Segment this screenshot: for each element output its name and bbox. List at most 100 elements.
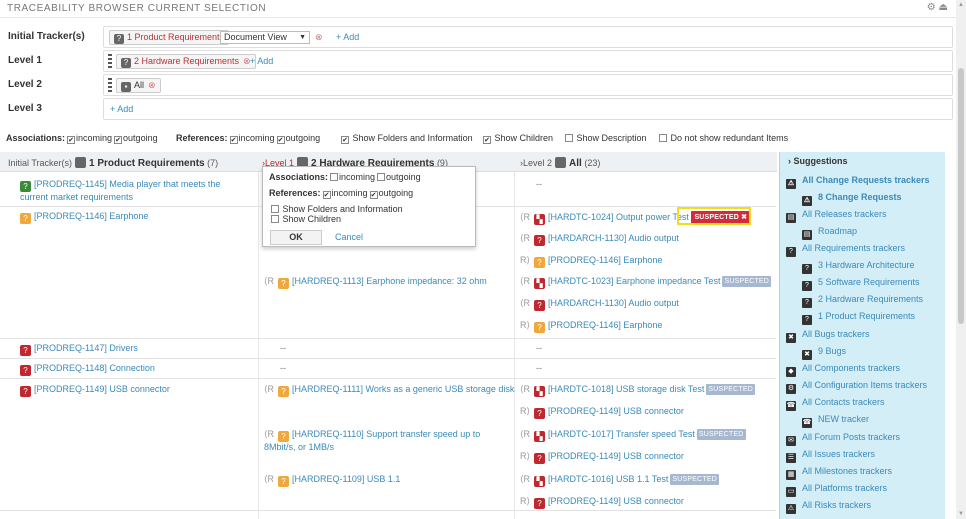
table-row[interactable]: ⟨R ▚ [HARDTC-1017] Transfer speed Test SUSP… (520, 429, 746, 442)
header-initial: Initial Tracker(s) 1 Product Requirements… (0, 152, 258, 172)
level1-box: ? 2 Hardware Requirements ⊗ + Add (103, 50, 953, 72)
table-row[interactable]: ⟨R ▚ [HARDTC-1016] USB 1.1 Test SUSPECTED (520, 474, 719, 487)
sidebar-item[interactable]: ⚠ All Change Requests trackers (786, 175, 930, 189)
add-initial-link[interactable]: + Add (336, 32, 359, 42)
tracker-icon: ? (121, 58, 131, 68)
popup-show-children: Show Children (269, 214, 341, 224)
sidebar-item[interactable]: ☎ All Contacts trackers (786, 397, 885, 411)
table-row[interactable]: ? [PRODREQ-1145] Media player that meets … (20, 179, 250, 203)
popup-show-folders-checkbox[interactable] (271, 205, 279, 213)
popup-show-children-checkbox[interactable] (271, 215, 279, 223)
empty-cell: -- (536, 343, 542, 353)
popup-refs-outgoing-checkbox[interactable]: ✔ (369, 191, 378, 199)
assoc-incoming-checkbox[interactable]: ✔ (67, 136, 76, 144)
cancel-link[interactable]: Cancel (335, 232, 363, 242)
sidebar-item[interactable]: ☰ All Issues trackers (786, 449, 875, 463)
page-scrollbar[interactable]: ▲ ▼ (956, 0, 966, 519)
suspected-badge[interactable]: SUSPECTED (722, 276, 772, 287)
change-request-icon: ⚠ (802, 196, 812, 206)
table-row[interactable]: ? [PRODREQ-1147] Drivers (20, 343, 138, 356)
table-row[interactable]: ⟨R? [HARDARCH-1130] Audio output (520, 233, 679, 246)
initial-tracker-chip[interactable]: ? 1 Product Requirements (109, 30, 230, 45)
table-row[interactable]: ⟨R? [HARDREQ-1113] Earphone impedance: 32… (264, 276, 487, 289)
table-row[interactable]: ⟨R? [HARDREQ-1111] Works as a generic USB… (264, 384, 514, 397)
testcase-icon: ▚ (534, 214, 546, 225)
table-row[interactable]: R⟩? [PRODREQ-1149] USB connector (520, 406, 684, 419)
drag-handle-icon[interactable] (108, 54, 112, 69)
architecture-icon: ? (534, 300, 546, 311)
scrollbar-thumb[interactable] (958, 68, 964, 324)
popup-refs-incoming-checkbox[interactable]: ✔ (322, 191, 331, 199)
table-row[interactable]: ⟨R? [HARDREQ-1109] USB 1.1 (264, 474, 400, 487)
bug-icon: ✖ (802, 350, 812, 360)
add-level1-link[interactable]: + Add (250, 56, 273, 66)
table-row[interactable]: ⟨R ▚ [HARDTC-1018] USB storage disk Test SU… (520, 384, 756, 397)
table-row[interactable]: R⟩? [PRODREQ-1146] Earphone (520, 255, 662, 268)
sidebar-item[interactable]: ? 2 Hardware Requirements (802, 294, 923, 308)
show-description-checkbox[interactable] (565, 134, 573, 142)
show-children-option: ✔ Show Children (483, 133, 554, 144)
ok-button[interactable]: OK (270, 230, 322, 245)
sidebar-item[interactable]: ⚙ All Configuration Items trackers (786, 380, 927, 394)
associations-options: Associations: ✔ incoming ✔ outgoing (6, 133, 158, 144)
eject-icon[interactable]: ⏏ (939, 2, 948, 13)
sidebar-item[interactable]: ? 3 Hardware Architecture (802, 260, 915, 274)
remove-icon[interactable]: ⊗ (315, 32, 323, 43)
sidebar-item[interactable]: ✖ All Bugs trackers (786, 329, 870, 343)
show-children-checkbox[interactable]: ✔ (483, 136, 491, 144)
sidebar-item[interactable]: ◆ All Components trackers (786, 363, 900, 377)
sidebar-item[interactable]: ⚠ 8 Change Requests (802, 192, 902, 206)
add-level3-link[interactable]: + Add (110, 104, 133, 114)
assoc-outgoing-checkbox[interactable]: ✔ (114, 136, 123, 144)
suggestions-header[interactable]: › Suggestions (788, 156, 848, 166)
view-select[interactable]: Document View ▼ (220, 31, 310, 44)
sidebar-item[interactable]: ▦ All Milestones trackers (786, 466, 892, 480)
sidebar-item[interactable]: ✖ 9 Bugs (802, 346, 846, 360)
sidebar-item[interactable]: ⚠ All Risks trackers (786, 500, 871, 514)
show-description-option: Show Description (563, 133, 647, 143)
table-row[interactable]: ⟨R? [HARDARCH-1130] Audio output (520, 298, 679, 311)
requirement-icon: ? (534, 257, 546, 268)
remove-icon[interactable]: ⊗ (148, 80, 156, 90)
show-folders-checkbox[interactable]: ✔ (341, 136, 349, 144)
drag-handle-icon[interactable] (108, 78, 112, 93)
table-row[interactable]: ? [PRODREQ-1148] Connection (20, 363, 155, 376)
table-row[interactable]: ? [PRODREQ-1146] Earphone (20, 211, 148, 224)
sidebar-item[interactable]: ? 1 Product Requirements (802, 311, 915, 325)
suspected-badge[interactable]: SUSPECTED (670, 474, 719, 485)
popup-assoc-incoming-checkbox[interactable] (330, 173, 339, 181)
scroll-up-icon[interactable]: ▲ (958, 2, 964, 8)
table-row[interactable]: R⟩? [PRODREQ-1146] Earphone (520, 320, 662, 333)
sidebar-item[interactable]: ▤ Roadmap (802, 226, 857, 240)
refs-outgoing-checkbox[interactable]: ✔ (276, 136, 285, 144)
gear-icon[interactable]: ⚙ (927, 2, 936, 13)
requirement-icon: ? (534, 408, 546, 419)
suspected-badge[interactable]: SUSPECTED (706, 384, 756, 395)
change-request-icon: ⚠ (786, 179, 796, 189)
level2-row: Level 2 ▪ All ⊗ (0, 74, 956, 96)
level2-label: Level 2 (8, 79, 42, 90)
redundant-checkbox[interactable] (659, 134, 667, 142)
level1-chip[interactable]: ? 2 Hardware Requirements ⊗ (116, 54, 256, 69)
level2-chip[interactable]: ▪ All ⊗ (116, 78, 161, 93)
refs-incoming-checkbox[interactable]: ✔ (229, 136, 238, 144)
sidebar-item[interactable]: ☎ NEW tracker (802, 414, 869, 428)
sidebar-item[interactable]: ✉ All Forum Posts trackers (786, 432, 900, 446)
table-row[interactable]: R⟩? [PRODREQ-1149] USB connector (520, 496, 684, 509)
architecture-icon: ? (534, 235, 546, 246)
row-separator (0, 338, 776, 339)
sidebar-item[interactable]: ▤ All Releases trackers (786, 209, 887, 223)
bug-icon: ✖ (786, 333, 796, 343)
popup-assoc-outgoing-checkbox[interactable] (377, 173, 386, 181)
page-title: TRACEABILITY BROWSER CURRENT SELECTION (7, 3, 267, 14)
scroll-down-icon[interactable]: ▼ (958, 511, 964, 517)
table-row[interactable]: ⟨R ▚ [HARDTC-1023] Earphone impedance Test… (520, 276, 772, 289)
table-row[interactable]: R⟩? [PRODREQ-1149] USB connector (520, 451, 684, 464)
level3-label: Level 3 (8, 103, 42, 114)
table-row[interactable]: ? [PRODREQ-1149] USB connector (20, 384, 170, 397)
sidebar-item[interactable]: ? All Requirements trackers (786, 243, 905, 257)
table-row[interactable]: ⟨R? [HARDREQ-1110] Support transfer speed… (264, 429, 510, 453)
sidebar-item[interactable]: ? 5 Software Requirements (802, 277, 920, 291)
sidebar-item[interactable]: ▭ All Platforms trackers (786, 483, 887, 497)
suspected-badge[interactable]: SUSPECTED (696, 429, 746, 440)
